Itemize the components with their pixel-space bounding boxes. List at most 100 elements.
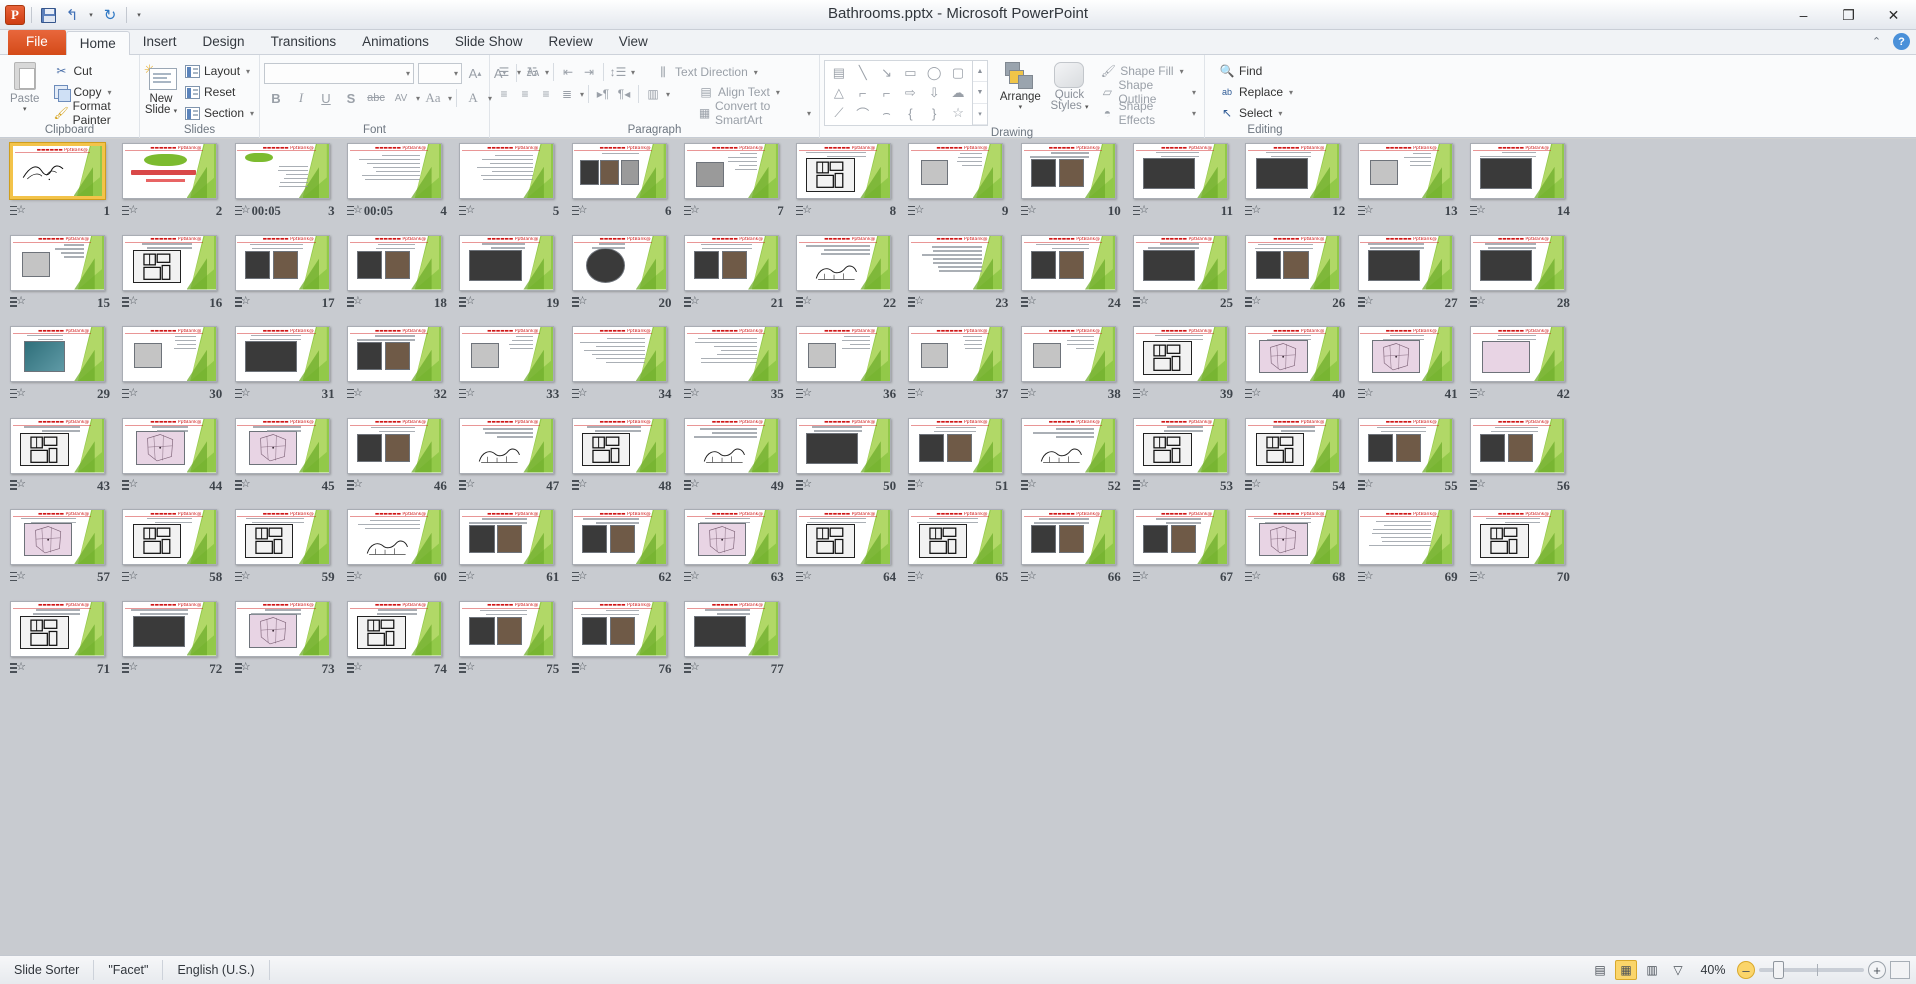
slide-transition-indicator[interactable]: ☆ [683,387,700,401]
slide-thumbnail-cell[interactable]: @PptBank ▬▬▬▬▬▬ ☆ 56 [1465,416,1577,508]
shape-cloud-icon[interactable]: ☁ [946,83,970,103]
slide-transition-indicator[interactable]: ☆ [1133,204,1149,218]
slide-thumbnail[interactable]: @PptBank ▬▬▬▬▬▬ [234,509,330,565]
slide-thumbnail-selected[interactable]: @PptBank ▬▬▬▬▬▬ [10,143,105,199]
slide-transition-indicator[interactable]: ☆ [234,479,251,492]
window-controls[interactable]: – ❐ ✕ [1781,0,1916,30]
transition-star-icon[interactable]: ☆ [571,479,588,492]
shape-freeform-icon[interactable]: ⟋ [827,103,851,123]
slide-transition-indicator[interactable]: ☆ [683,204,700,218]
close-button[interactable]: ✕ [1871,0,1916,30]
columns-button[interactable]: ▥ [643,85,663,103]
help-icon[interactable]: ? [1893,33,1910,50]
transition-star-icon[interactable]: ☆ [10,204,26,218]
slide-transition-indicator[interactable]: ☆ [796,387,812,401]
transition-star-icon[interactable]: ☆ [1245,204,1261,218]
slide-transition-indicator[interactable]: ☆ [796,479,812,492]
slide-transition-indicator[interactable]: ☆ [1133,479,1149,492]
slide-thumbnail[interactable]: @PptBank ▬▬▬▬▬▬ [1133,417,1228,474]
slide-thumbnail-cell[interactable]: @PptBank ▬▬▬▬▬▬ ☆ 48 [567,416,679,508]
shape-elbow-arrow-icon[interactable]: ⌐ [875,83,899,103]
transition-star-icon[interactable]: ☆ [234,479,251,492]
slide-thumbnail[interactable]: @PptBank ▬▬▬▬▬▬ [122,417,218,474]
slide-transition-indicator[interactable]: ☆ [683,570,700,584]
transition-star-icon[interactable]: ☆ [1245,387,1261,401]
transition-star-icon[interactable]: ☆ [10,662,26,675]
slide-transition-indicator[interactable]: ☆ [571,479,588,492]
slide-transition-indicator[interactable]: ☆ [1020,387,1037,401]
section-button[interactable]: Section ▾ [180,103,258,123]
slide-thumbnail-cell[interactable]: @PptBank ▬▬▬▬▬▬ ☆ 55 [1353,416,1465,508]
slide-thumbnail-cell[interactable]: @PptBank ▬▬▬▬▬▬ ☆ 2 [117,141,229,233]
slide-transition-indicator[interactable]: ☆ [234,662,251,675]
slide-transition-indicator[interactable]: ☆ [1245,570,1261,584]
slide-thumbnail-cell[interactable]: @PptBank ▬▬▬▬▬▬ ☆ 71 [5,599,117,691]
slide-thumbnail[interactable]: @PptBank ▬▬▬▬▬▬ [346,234,442,291]
tab-animations[interactable]: Animations [349,30,442,55]
slide-thumbnail[interactable]: @PptBank ▬▬▬▬▬▬ [683,143,779,199]
grow-font-button[interactable]: A ▴ [463,62,487,84]
slide-thumbnail-cell[interactable]: @PptBank ▬▬▬▬▬▬ ☆ 27 [1353,233,1465,325]
transition-star-icon[interactable]: ☆ [234,387,251,401]
slide-transition-indicator[interactable]: ☆ [1020,296,1037,309]
slide-thumbnail-cell[interactable]: @PptBank ▬▬▬▬▬▬ ☆ 21 [679,233,791,325]
shape-elbow-connector-icon[interactable]: ⌐ [851,83,875,103]
transition-star-icon[interactable]: ☆ [1357,570,1374,584]
slide-transition-indicator[interactable]: ☆ [1469,204,1486,218]
slide-thumbnail[interactable]: @PptBank ▬▬▬▬▬▬ [908,234,1004,291]
slide-thumbnail-cell[interactable]: @PptBank ▬▬▬▬▬▬ ☆ 77 [679,599,791,691]
transition-star-icon[interactable]: ☆ [1357,479,1374,492]
slide-transition-indicator[interactable]: ☆ [10,479,26,492]
slide-thumbnail[interactable]: @PptBank ▬▬▬▬▬▬ [683,509,779,565]
transition-star-icon[interactable]: ☆ [796,387,812,401]
slide-thumbnail[interactable]: @PptBank ▬▬▬▬▬▬ [1245,143,1341,199]
slide-transition-indicator[interactable]: ☆ [571,296,588,309]
slide-thumbnail-cell[interactable]: @PptBank ▬▬▬▬▬▬ ☆ 54 [1240,416,1352,508]
align-center-button[interactable]: ≡ [515,85,535,103]
slide-transition-indicator[interactable]: ☆ [122,479,138,492]
slide-thumbnail[interactable]: @PptBank ▬▬▬▬▬▬ [346,326,442,382]
bullets-button[interactable]: ☰ [494,63,514,81]
slide-transition-indicator[interactable]: ☆ [122,662,138,675]
slide-transition-indicator[interactable]: ☆ [1245,479,1261,492]
slide-thumbnail-cell[interactable]: @PptBank ▬▬▬▬▬▬ ☆ 19 [454,233,566,325]
transition-star-icon[interactable]: ☆ [1469,296,1486,309]
slide-thumbnail[interactable]: @PptBank ▬▬▬▬▬▬ [234,143,330,199]
strikethrough-button[interactable]: abc [364,87,388,109]
slide-transition-indicator[interactable]: ☆ [908,479,924,492]
slide-thumbnail[interactable]: @PptBank ▬▬▬▬▬▬ [459,509,555,565]
slide-thumbnail-cell[interactable]: @PptBank ▬▬▬▬▬▬ ☆ 41 [1353,324,1465,416]
slide-thumbnail-cell[interactable]: @PptBank ▬▬▬▬▬▬ ☆ 59 [230,507,342,599]
slide-thumbnail[interactable]: @PptBank ▬▬▬▬▬▬ [1245,509,1341,565]
slide-thumbnail-cell[interactable]: @PptBank ▬▬▬▬▬▬ ☆ 00:05 3 [230,141,342,233]
minimize-button[interactable]: – [1781,0,1826,30]
slide-thumbnail-cell[interactable]: @PptBank ▬▬▬▬▬▬ ☆ 50 [791,416,903,508]
slide-transition-indicator[interactable]: ☆ [1020,570,1037,584]
convert-smartart-button[interactable]: ▦ Convert to SmartArt ▾ [694,99,815,127]
reset-button[interactable]: Reset [180,82,258,102]
transition-star-icon[interactable]: ☆ [346,204,363,218]
transition-star-icon[interactable]: ☆ [122,204,138,218]
transition-star-icon[interactable]: ☆ [1020,479,1037,492]
shape-triangle-icon[interactable]: △ [827,83,851,103]
transition-star-icon[interactable]: ☆ [234,662,251,675]
transition-star-icon[interactable]: ☆ [683,296,700,309]
transition-star-icon[interactable]: ☆ [796,570,812,584]
transition-star-icon[interactable]: ☆ [908,296,924,309]
shape-effects-button[interactable]: ◓ Shape Effects ▾ [1096,99,1200,127]
slide-transition-indicator[interactable]: ☆ [346,387,363,401]
shape-curve-icon[interactable]: ⌒ [851,103,875,123]
view-slide-sorter-button[interactable]: ▦ [1615,960,1637,980]
shapes-more-button[interactable]: ▾ [972,104,987,125]
slide-thumbnail-cell[interactable]: @PptBank ▬▬▬▬▬▬ ☆ 62 [567,507,679,599]
slide-transition-indicator[interactable]: ☆ [1245,204,1261,218]
line-spacing-button[interactable]: ↕☰ [608,63,628,81]
slide-transition-indicator[interactable]: ☆ [1357,204,1374,218]
slide-thumbnail-cell[interactable]: @PptBank ▬▬▬▬▬▬ ☆ 10 [1016,141,1128,233]
slide-thumbnail[interactable]: @PptBank ▬▬▬▬▬▬ [1133,234,1228,291]
slide-thumbnail[interactable]: @PptBank ▬▬▬▬▬▬ [1133,509,1228,565]
slide-thumbnail[interactable]: @PptBank ▬▬▬▬▬▬ [908,143,1004,199]
slide-thumbnail-cell[interactable]: @PptBank ▬▬▬▬▬▬ ☆ 65 [903,507,1015,599]
transition-star-icon[interactable]: ☆ [571,570,588,584]
transition-star-icon[interactable]: ☆ [1020,296,1037,309]
